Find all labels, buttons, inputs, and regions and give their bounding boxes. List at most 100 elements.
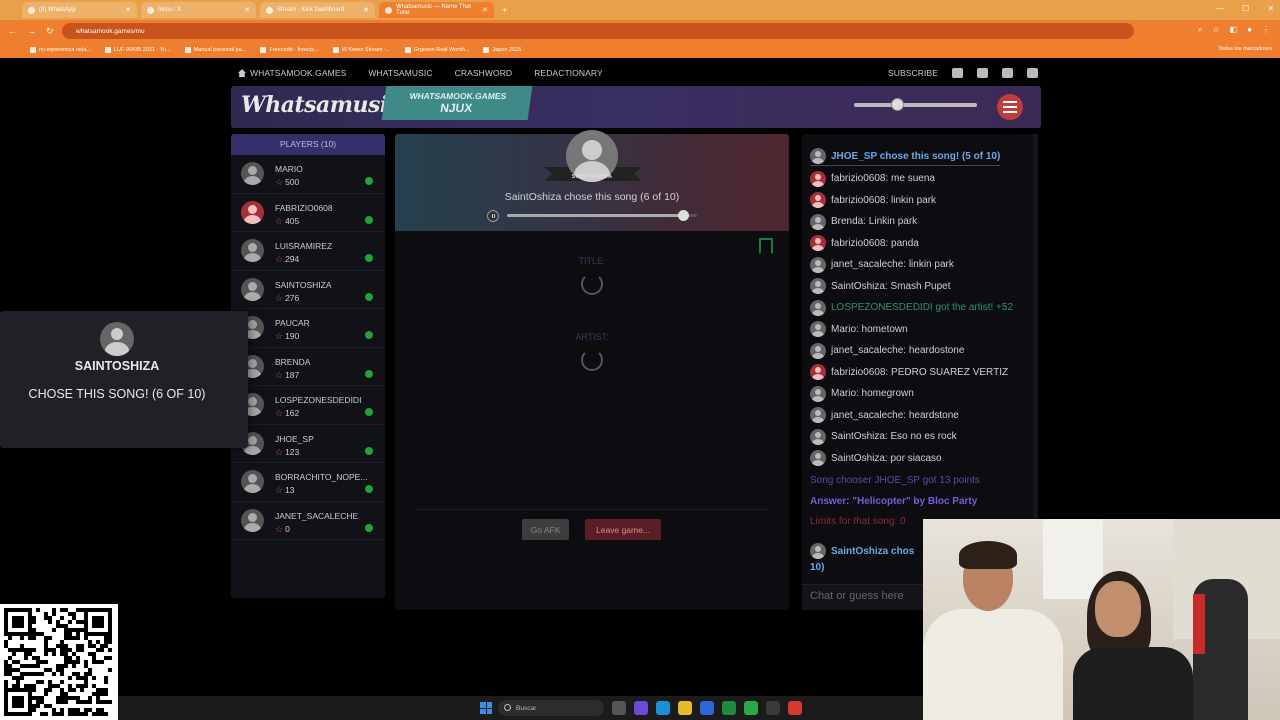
chat-message-text: janet_sacaleche: heardstone (831, 409, 959, 421)
nav-link-crashword[interactable]: CRASHWORD (455, 68, 513, 78)
bookmark-item[interactable]: Freecodd - freects... (260, 47, 319, 53)
player-avatar (241, 470, 264, 493)
browser-tab[interactable]: Stream - Kick Dashboard ✕ (260, 2, 375, 18)
chat-message-text: SaintOshiza: Eso no es rock (831, 431, 957, 442)
title-label: TITLE: (578, 256, 606, 266)
browser-tab[interactable]: Whatsamusic — Name That Tune ✕ (379, 2, 494, 18)
chat-last-message: SaintOshiza chos (810, 542, 914, 560)
more-menu-icon[interactable]: ⋮ (1262, 25, 1270, 35)
player-name: LOSPEZONESDEDIDI (275, 395, 362, 405)
edge-icon[interactable] (656, 701, 670, 715)
player-row: FABRIZIO0608 ☆ 405 (231, 194, 385, 232)
chat-message-text: LOSPEZONESDEDIDI got the artist! +52 (831, 302, 1014, 313)
bookmark-item[interactable]: mi experiencia nela... (30, 47, 91, 53)
player-score: ☆ 276 (275, 292, 300, 303)
new-tab-button[interactable]: + (502, 5, 507, 15)
nav-home-link[interactable]: WHATSAMOOK.GAMES (238, 68, 346, 78)
site-logo[interactable]: Whatsamusic (241, 92, 401, 118)
bookmark-favicon (332, 47, 339, 53)
subscribe-link[interactable]: SUBSCRIBE (888, 68, 938, 78)
chat-message: Mario: hometown (810, 320, 908, 338)
hamburger-menu-button[interactable] (997, 94, 1023, 120)
leave-game-button[interactable]: Leave game... (585, 519, 661, 540)
bookmark-favicon (483, 47, 490, 53)
forward-icon[interactable]: → (27, 26, 36, 36)
recorder-icon[interactable] (788, 701, 802, 715)
go-afk-button[interactable]: Go AFK (522, 519, 569, 540)
zoom-icon[interactable]: ⌕ (1198, 25, 1202, 35)
tiktok-icon[interactable] (1002, 68, 1013, 78)
player-score: ☆ 162 (275, 408, 300, 418)
close-window-icon[interactable]: ✕ (1267, 4, 1274, 13)
bookmark-item[interactable]: Manual personal pa... (184, 47, 246, 53)
taskbar-search[interactable]: Buscar (498, 700, 604, 716)
chat-message-text: Brenda: Linkin park (831, 216, 918, 227)
browser-tab[interactable]: (8) WhatsApp ✕ (22, 2, 137, 18)
tab-close-icon[interactable]: ✕ (125, 6, 131, 14)
discord-icon[interactable] (1027, 68, 1038, 78)
folder-icon[interactable] (678, 701, 692, 715)
tab-close-icon[interactable]: ✕ (244, 6, 250, 14)
bookmark-label: W Kiwen Stream -... (341, 47, 391, 53)
player-score: ☆ 405 (275, 215, 300, 226)
all-bookmarks[interactable]: Todos los marcadores (1218, 46, 1272, 52)
excel-icon[interactable] (722, 701, 736, 715)
webcam-overlay (923, 519, 1280, 720)
browser-actions: ⌕ ☆ ◧ ● ⋮ (1198, 25, 1270, 35)
chat-message: SaintOshiza: Smash Pupet (810, 277, 951, 295)
chat-avatar (810, 170, 826, 187)
chat-avatar (810, 428, 826, 445)
nav-link-redactionary[interactable]: REDACTIONARY (534, 68, 603, 78)
online-status-icon (365, 254, 373, 262)
chat-avatar (810, 321, 826, 337)
chat-avatar (810, 256, 826, 273)
reload-icon[interactable]: ↻ (46, 26, 54, 37)
chrome-icon[interactable] (766, 701, 780, 715)
twitter-icon[interactable] (952, 68, 963, 78)
volume-knob[interactable] (891, 98, 905, 111)
volume-slider[interactable] (854, 98, 977, 111)
windows-start-icon[interactable] (480, 702, 492, 714)
instagram-icon[interactable] (977, 68, 988, 78)
chat-message: janet_sacaleche: linkin park (810, 256, 954, 274)
profile-icon[interactable]: ● (1247, 25, 1252, 35)
teams-icon[interactable] (634, 701, 648, 715)
browser-tab[interactable]: Inicio / X ✕ (141, 2, 256, 18)
extensions-icon[interactable]: ◧ (1230, 25, 1238, 35)
nav-link-whatsamusic[interactable]: WHATSAMUSIC (368, 68, 432, 78)
maximize-icon[interactable]: ☐ (1242, 4, 1249, 13)
bookmark-label: Grgeson Real Worsh... (413, 47, 470, 53)
chat-message-text: JHOE_SP chose this song! (5 of 10) (831, 150, 1001, 162)
star-bookmark-icon[interactable]: ☆ (1212, 25, 1219, 35)
room-badge-site: WHATSAMOOK.GAMES (408, 91, 508, 101)
chat-message: fabrizio0608: me suena (810, 170, 935, 188)
taskview-icon[interactable] (612, 701, 626, 715)
round-status: SaintOshiza chose this song (6 of 10) (504, 191, 680, 203)
player-row: BRENDA ☆ 187 (231, 348, 385, 386)
bookmark-item[interactable]: Grgeson Real Worsh... (404, 47, 470, 53)
minimize-icon[interactable]: — (1216, 4, 1224, 13)
player-score: ☆ 0 (275, 523, 290, 534)
chat-message: fabrizio0608: linkin park (810, 191, 936, 209)
tab-close-icon[interactable]: ✕ (363, 6, 369, 14)
bookmark-item[interactable]: Japon 2025 (483, 47, 521, 53)
bookmark-icon[interactable] (759, 238, 773, 254)
bookmark-favicon (104, 47, 111, 53)
bookmark-label: Freecodd - freects... (269, 47, 319, 53)
online-status-icon (365, 331, 373, 339)
app-icon[interactable] (744, 701, 758, 715)
chat-avatar (810, 213, 826, 230)
round-panel: SAINTOSHIZA SaintOshiza chose this song … (395, 130, 789, 610)
chat-message-text: fabrizio0608: PEDRO SUAREZ VERTIZ (831, 366, 1009, 378)
pause-icon[interactable] (487, 210, 499, 222)
overlay-avatar (100, 322, 134, 356)
bookmark-item[interactable]: LUF 90435 2021 - Yo... (104, 47, 171, 53)
store-icon[interactable] (700, 701, 714, 715)
star-icon: ☆ (275, 408, 284, 418)
bookmark-item[interactable]: W Kiwen Stream -... (332, 47, 391, 53)
chat-message-text: Mario: homegrown (831, 388, 914, 399)
back-icon[interactable]: ← (8, 26, 17, 36)
address-bar[interactable]: whatsamook.games/mu (62, 23, 1134, 39)
tab-close-icon[interactable]: ✕ (482, 6, 488, 14)
bookmark-favicon (260, 47, 267, 53)
